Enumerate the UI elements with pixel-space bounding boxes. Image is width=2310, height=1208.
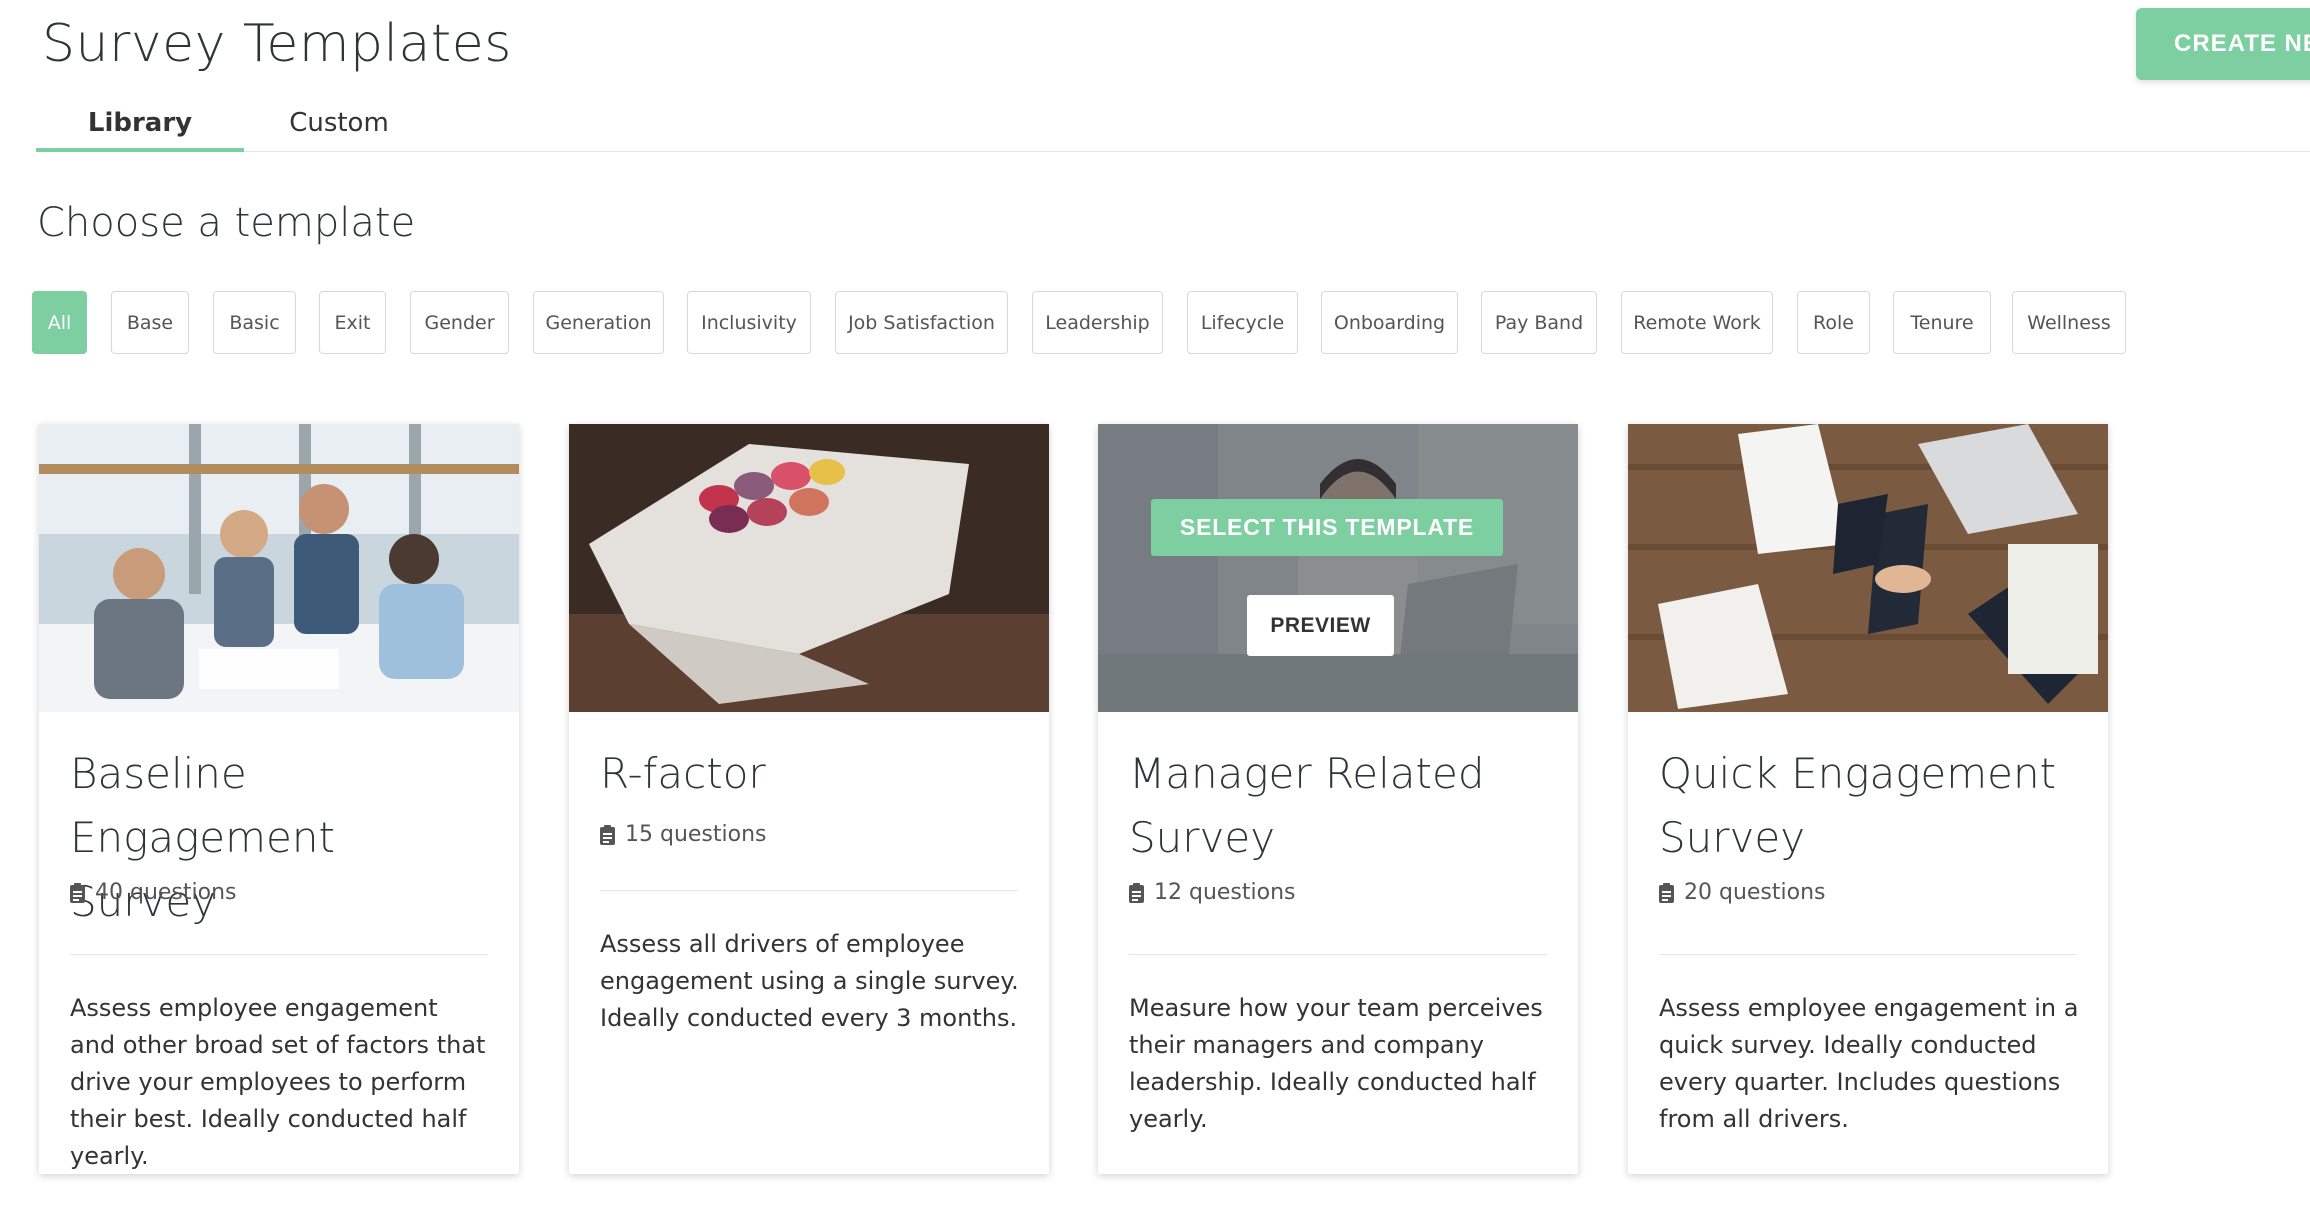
clipboard-icon <box>1659 882 1674 903</box>
clipboard-icon <box>1129 882 1144 903</box>
macarons-photo <box>569 424 1049 712</box>
template-card-quick[interactable]: Quick Engagement Survey 20 questions Ass… <box>1628 424 2108 1174</box>
tab-bar: Library Custom <box>36 108 2310 152</box>
template-card-manager[interactable]: SELECT THIS TEMPLATE PREVIEW Manager Rel… <box>1098 424 1578 1174</box>
filter-chip-remote-work[interactable]: Remote Work <box>1621 291 1773 354</box>
filter-chip-inclusivity[interactable]: Inclusivity <box>687 291 811 354</box>
tab-library[interactable]: Library <box>36 108 244 152</box>
clipboard-icon <box>600 824 615 845</box>
card-title: R-factor <box>600 749 766 798</box>
filter-chip-wellness[interactable]: Wellness <box>2012 291 2126 354</box>
card-description: Assess employee engagement and other bro… <box>70 994 486 1170</box>
filter-chip-pay-band[interactable]: Pay Band <box>1481 291 1597 354</box>
card-description: Measure how your team perceives their ma… <box>1129 994 1543 1133</box>
filter-chip-generation[interactable]: Generation <box>533 291 664 354</box>
card-title: Manager Related Survey <box>1129 749 1485 862</box>
section-title: Choose a template <box>37 200 416 246</box>
card-description: Assess all drivers of employee engagemen… <box>600 930 1019 1032</box>
filter-chip-job-satisfaction[interactable]: Job Satisfaction <box>835 291 1008 354</box>
filter-chip-tenure[interactable]: Tenure <box>1893 291 1991 354</box>
card-divider <box>1129 954 1547 955</box>
office-woman-photo: SELECT THIS TEMPLATE PREVIEW <box>1098 424 1578 712</box>
select-template-button[interactable]: SELECT THIS TEMPLATE <box>1151 499 1503 556</box>
page-title: Survey Templates <box>42 14 512 74</box>
card-description: Assess employee engagement in a quick su… <box>1659 994 2079 1133</box>
question-count-label: 20 questions <box>1684 880 1826 905</box>
question-count: 12 questions <box>1129 880 1296 905</box>
filter-chip-basic[interactable]: Basic <box>213 291 296 354</box>
card-divider <box>1659 954 2077 955</box>
question-count-label: 12 questions <box>1154 880 1296 905</box>
team-meeting-photo <box>39 424 519 712</box>
handshake-desk-photo <box>1628 424 2108 712</box>
card-divider <box>70 954 488 955</box>
template-card-baseline[interactable]: Baseline Engagement Survey 40 questions … <box>39 424 519 1174</box>
template-card-r-factor[interactable]: R-factor 15 questions Assess all drivers… <box>569 424 1049 1174</box>
filter-chip-all[interactable]: All <box>32 291 87 354</box>
question-count: 40 questions <box>70 880 237 905</box>
tab-custom[interactable]: Custom <box>244 108 434 152</box>
filter-chip-lifecycle[interactable]: Lifecycle <box>1187 291 1298 354</box>
preview-button[interactable]: PREVIEW <box>1247 595 1394 656</box>
filter-chip-gender[interactable]: Gender <box>410 291 509 354</box>
create-new-button[interactable]: CREATE NEW <box>2136 8 2310 80</box>
card-title: Quick Engagement Survey <box>1659 749 2057 862</box>
question-count-label: 40 questions <box>95 880 237 905</box>
question-count-label: 15 questions <box>625 822 767 847</box>
clipboard-icon <box>70 882 85 903</box>
filter-chip-base[interactable]: Base <box>111 291 189 354</box>
filter-chip-leadership[interactable]: Leadership <box>1032 291 1163 354</box>
card-divider <box>600 890 1018 891</box>
question-count: 20 questions <box>1659 880 1826 905</box>
filter-chip-exit[interactable]: Exit <box>319 291 386 354</box>
filter-chip-onboarding[interactable]: Onboarding <box>1321 291 1458 354</box>
card-title: Baseline Engagement Survey <box>70 749 335 926</box>
filter-chip-role[interactable]: Role <box>1797 291 1870 354</box>
card-hover-overlay: SELECT THIS TEMPLATE PREVIEW <box>1098 424 1578 712</box>
question-count: 15 questions <box>600 822 767 847</box>
